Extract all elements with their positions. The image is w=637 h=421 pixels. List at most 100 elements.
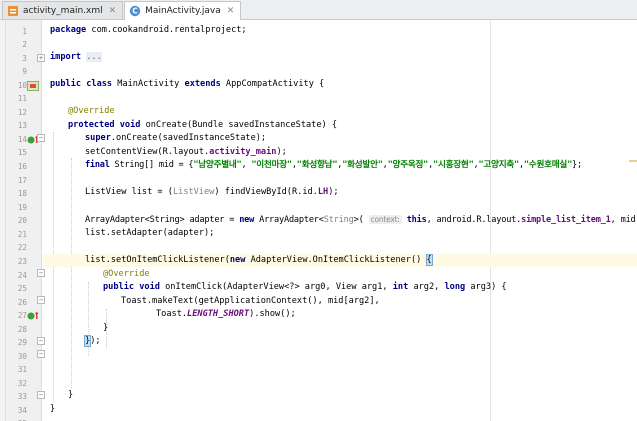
code-text: }: [50, 404, 56, 414]
implement-marker-icon[interactable]: [27, 310, 41, 321]
code-line[interactable]: }: [43, 322, 637, 335]
string-literal: "수원호매실": [523, 160, 573, 170]
code-text: String[] mid = {: [109, 160, 194, 170]
line-number: 10: [17, 81, 27, 90]
code-text: ,: [241, 160, 252, 170]
code-text: }: [68, 390, 74, 400]
indent-guide: [53, 132, 54, 402]
code-text: );: [328, 187, 339, 197]
line-number: 29: [17, 338, 27, 347]
keyword: new: [239, 215, 255, 225]
code-line[interactable]: public class MainActivity extends AppCom…: [43, 78, 637, 91]
field-ref: LENGTH_SHORT: [187, 309, 250, 319]
line-number: 28: [17, 325, 27, 334]
keyword: this: [401, 215, 427, 225]
code-text: }: [103, 323, 109, 333]
close-icon[interactable]: ✕: [109, 6, 117, 16]
code-line[interactable]: ArrayAdapter<String> adapter = new Array…: [43, 213, 637, 226]
code-text: , mid);: [610, 215, 637, 225]
code-line[interactable]: Toast.LENGTH_SHORT).show();: [43, 308, 637, 321]
keyword: final: [85, 160, 110, 170]
line-number: 26: [17, 298, 27, 307]
code-line[interactable]: });: [43, 335, 637, 348]
code-line[interactable]: list.setAdapter(adapter);: [43, 227, 637, 240]
code-line[interactable]: package com.cookandroid.rentalproject;: [43, 24, 637, 37]
line-number: 9: [22, 67, 27, 76]
code-text: };: [572, 160, 582, 170]
code-line[interactable]: ListView list = (ListView) findViewById(…: [43, 186, 637, 199]
line-number: 20: [17, 216, 27, 225]
editor-gutter[interactable]: 1 2 3 9 10 11 12 13 14 15 16 17 18 19 20…: [6, 20, 42, 421]
android-icon: [27, 80, 41, 91]
code-text: list.setAdapter(adapter);: [85, 228, 215, 238]
folded-imports[interactable]: ...: [86, 52, 102, 62]
line-number: 30: [17, 352, 27, 361]
code-text: arg3) {: [465, 282, 507, 292]
code-line[interactable]: protected void onCreate(Bundle savedInst…: [43, 119, 637, 132]
code-line[interactable]: @Override: [43, 105, 637, 118]
line-number: 13: [17, 121, 27, 130]
code-text: arg2,: [408, 282, 445, 292]
annotation: @Override: [103, 269, 150, 279]
line-number: 34: [17, 406, 27, 415]
line-number: 3: [22, 54, 27, 63]
redundant-cast: ListView: [172, 187, 215, 197]
tab-activity-main-xml[interactable]: activity_main.xml ✕: [2, 1, 124, 19]
code-text: setContentView(R.layout.: [85, 147, 210, 157]
keyword: protected void: [68, 120, 141, 130]
code-text: Toast.: [156, 309, 188, 319]
keyword: int: [392, 282, 409, 292]
editor-tab-bar: activity_main.xml ✕ C MainActivity.java …: [0, 0, 637, 20]
code-line[interactable]: }: [43, 403, 637, 416]
string-literal: "양주옥정": [387, 160, 429, 170]
line-number: 24: [17, 271, 27, 280]
code-text: >(: [353, 215, 369, 225]
code-text: com.cookandroid.rentalproject;: [86, 25, 247, 35]
code-text: AdapterView.OnItemClickListener(): [245, 255, 427, 265]
scrollbar-marker[interactable]: [629, 160, 637, 162]
code-line[interactable]: Toast.makeText(getApplicationContext(), …: [43, 295, 637, 308]
line-number: 27: [17, 311, 27, 320]
code-text: ).show();: [249, 309, 296, 319]
code-text: onItemClick(AdapterView<?> arg0, View ar…: [159, 282, 393, 292]
code-text: onCreate(Bundle savedInstanceState) {: [140, 120, 338, 130]
matched-brace: {: [425, 254, 433, 266]
current-code-line[interactable]: list.setOnItemClickListener(new AdapterV…: [43, 254, 637, 267]
code-line[interactable]: final String[] mid = {"남양주별내", "이천마장","화…: [43, 159, 637, 172]
annotation: @Override: [68, 106, 115, 116]
code-text: MainActivity: [112, 79, 185, 89]
code-line[interactable]: }: [43, 389, 637, 402]
code-line[interactable]: super.onCreate(savedInstanceState);: [43, 132, 637, 145]
code-line[interactable]: public void onItemClick(AdapterView<?> a…: [43, 281, 637, 294]
tab-label: MainActivity.java: [145, 6, 221, 16]
line-number: 17: [17, 176, 27, 185]
line-number: 25: [17, 284, 27, 293]
keyword: new: [229, 255, 246, 265]
line-number: 12: [17, 108, 27, 117]
keyword: long: [444, 282, 466, 292]
code-text: Toast.makeText(getApplicationContext(), …: [121, 296, 380, 306]
code-line[interactable]: setContentView(R.layout.activity_main);: [43, 146, 637, 159]
code-text: ListView list = (: [85, 187, 173, 197]
code-line[interactable]: import ...: [43, 51, 637, 64]
string-literal: "시흥장현": [433, 160, 474, 170]
tab-mainactivity-java[interactable]: C MainActivity.java ✕: [124, 1, 242, 20]
line-number: 32: [17, 379, 27, 388]
string-literal: "이천마장": [251, 160, 292, 170]
line-number: 21: [17, 230, 27, 239]
code-text: .onCreate(savedInstanceState);: [110, 133, 267, 143]
string-literal: "남양주별내": [193, 160, 242, 170]
code-text: list.setOnItemClickListener(: [85, 255, 230, 265]
keyword: package: [50, 25, 87, 35]
line-number: 35: [12, 417, 27, 421]
svg-text:C: C: [132, 7, 138, 16]
line-number: 23: [17, 257, 27, 266]
line-number: 15: [17, 148, 27, 157]
code-text: );: [90, 336, 101, 346]
xml-file-icon: [7, 5, 19, 17]
code-line[interactable]: @Override: [43, 268, 637, 281]
close-icon[interactable]: ✕: [227, 6, 235, 16]
code-editor[interactable]: package com.cookandroid.rentalproject; i…: [43, 20, 637, 421]
line-number: 14: [17, 135, 27, 144]
line-number: 31: [17, 365, 27, 374]
